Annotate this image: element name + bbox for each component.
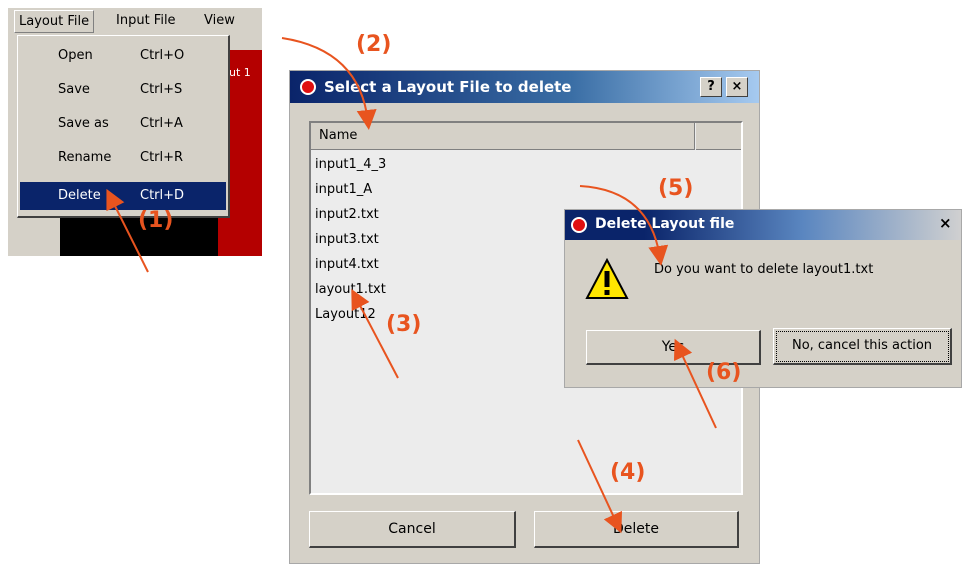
callout-3: (3)	[386, 312, 422, 337]
app-icon	[571, 217, 587, 233]
delete-button[interactable]: Delete	[534, 511, 739, 548]
close-button[interactable]: ×	[726, 77, 748, 97]
dialog-titlebar[interactable]: Select a Layout File to delete ? ×	[290, 71, 759, 103]
menu-item-save[interactable]: Save Ctrl+S	[20, 76, 226, 104]
list-item[interactable]: input4.txt	[315, 257, 379, 272]
dialog-title: Delete Layout file	[595, 216, 735, 232]
menu-screenshot: put 1 Layout File Input File View Open C…	[8, 8, 262, 256]
callout-1: (1)	[138, 208, 174, 233]
menu-item-shortcut: Ctrl+O	[140, 48, 185, 63]
column-header-spare	[696, 123, 741, 150]
callout-5: (5)	[658, 176, 694, 201]
menu-item-rename[interactable]: Rename Ctrl+R	[20, 144, 226, 172]
menu-item-shortcut: Ctrl+D	[140, 188, 185, 203]
menu-view[interactable]: View	[204, 13, 235, 28]
confirm-message: Do you want to delete layout1.txt	[654, 262, 874, 277]
dialog-titlebar[interactable]: Delete Layout file ×	[565, 210, 961, 240]
layout-file-dropdown: Open Ctrl+O Save Ctrl+S Save as Ctrl+A R…	[17, 35, 230, 218]
list-item[interactable]: input2.txt	[315, 207, 379, 222]
column-header-label: Name	[319, 128, 358, 143]
menu-item-shortcut: Ctrl+S	[140, 82, 183, 97]
cancel-button[interactable]: Cancel	[309, 511, 516, 548]
help-button[interactable]: ?	[700, 77, 722, 97]
list-item[interactable]: input1_4_3	[315, 157, 386, 172]
menu-item-label: Open	[58, 48, 93, 63]
callout-6: (6)	[706, 360, 742, 385]
callout-4: (4)	[610, 460, 646, 485]
list-item[interactable]: Layout12	[315, 307, 376, 322]
close-icon[interactable]: ×	[939, 214, 952, 232]
warning-icon	[585, 258, 629, 299]
menu-item-label: Save as	[58, 116, 109, 131]
menu-item-delete[interactable]: Delete Ctrl+D	[20, 182, 226, 210]
list-item[interactable]: input3.txt	[315, 232, 379, 247]
callout-2: (2)	[356, 32, 392, 57]
no-cancel-button[interactable]: No, cancel this action	[773, 328, 952, 365]
menu-item-save-as[interactable]: Save as Ctrl+A	[20, 110, 226, 138]
menubar: Layout File Input File View	[8, 8, 262, 34]
dialog-title: Select a Layout File to delete	[324, 78, 572, 96]
app-icon	[300, 79, 316, 95]
menu-item-shortcut: Ctrl+A	[140, 116, 183, 131]
menu-item-label: Delete	[58, 188, 101, 203]
menu-item-label: Save	[58, 82, 90, 97]
list-item[interactable]: input1_A	[315, 182, 372, 197]
confirm-delete-dialog: Delete Layout file × Do you want to dele…	[564, 209, 962, 388]
column-header-name[interactable]: Name	[311, 123, 695, 150]
menu-input-file[interactable]: Input File	[116, 13, 176, 28]
menu-item-shortcut: Ctrl+R	[140, 150, 184, 165]
menu-layout-file[interactable]: Layout File	[14, 10, 95, 33]
list-item-layout1[interactable]: layout1.txt	[315, 282, 386, 297]
menu-item-open[interactable]: Open Ctrl+O	[20, 42, 226, 70]
menu-item-label: Rename	[58, 150, 112, 165]
